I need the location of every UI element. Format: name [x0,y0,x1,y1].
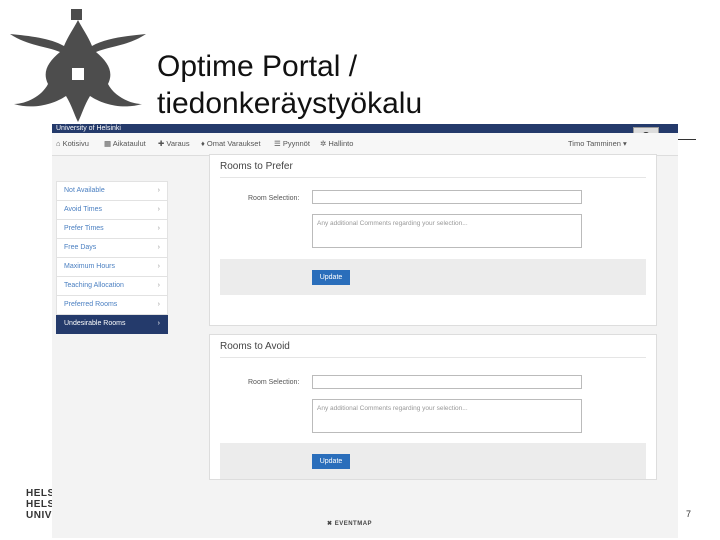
user-menu[interactable]: Timo Tamminen ▾ [568,139,627,148]
university-name: University of Helsinki [56,125,121,132]
panel-footer: Update [220,259,646,295]
chevron-right-icon: › [157,301,160,308]
sidebar-item-label: Not Available [64,187,105,194]
panel-title: Rooms to Prefer [220,161,293,172]
update-button[interactable]: Update [312,454,350,469]
home-icon: ⌂ [56,139,61,148]
sidebar-item-prefer-times[interactable]: Prefer Times › [56,220,168,239]
sidebar-item-preferred-rooms[interactable]: Preferred Rooms › [56,296,168,315]
nav-item-my-bookings[interactable]: ♦ Omat Varaukset [201,139,261,148]
chevron-right-icon: › [157,263,160,270]
app-header: University of Helsinki [52,124,678,133]
nav-item-schedules[interactable]: ▦ Aikataulut [104,139,146,148]
sidebar-item-label: Preferred Rooms [64,301,118,308]
slide-title: Optime Portal / tiedonkeräystyökalu [157,48,422,122]
nav-item-label: Omat Varaukset [206,139,261,148]
sidebar-item-free-days[interactable]: Free Days › [56,239,168,258]
nav-item-home[interactable]: ⌂ Koti­sivu [56,139,89,148]
slide-title-line2: tiedonkeräystyökalu [157,87,423,120]
sidebar-item-teaching-allocation[interactable]: Teaching Allocation › [56,277,168,296]
nav-item-label: Pyynnöt [282,139,310,148]
chevron-right-icon: › [157,320,160,327]
user-name: Timo Tamminen [568,139,621,148]
preferences-sidebar: Not Available › Avoid Times › Prefer Times… [56,181,168,334]
sidebar-item-undesirable-rooms[interactable]: Undesirable Rooms › [56,315,168,334]
chevron-right-icon: › [157,225,160,232]
slide-title-line1: Optime Portal / [157,50,358,83]
sidebar-item-avoid-times[interactable]: Avoid Times › [56,201,168,220]
panel-rooms-to-prefer: Rooms to Prefer Room Selection: Any addi… [209,154,657,326]
page-number: 7 [686,509,692,519]
plus-icon: ✚ [158,139,165,148]
nav-item-label: Aikataulut [112,139,146,148]
chevron-right-icon: › [157,187,160,194]
sidebar-item-label: Teaching Allocation [64,282,124,289]
comments-textarea[interactable]: Any additional Comments regarding your s… [312,214,582,248]
panel-footer: Update [220,443,646,479]
nav-item-label: Varaus [166,139,190,148]
divider [220,177,646,178]
main-nav: ⌂ Koti­sivu ▦ Aikataulut ✚ Varaus ♦ Omat… [52,133,678,156]
comments-textarea[interactable]: Any additional Comments regarding your s… [312,399,582,433]
sidebar-item-label: Avoid Times [64,206,102,213]
room-selection-label: Room Selection: [248,195,300,202]
nav-item-label: Koti­sivu [62,139,89,148]
nav-item-label: Hallinto [328,139,354,148]
gear-icon: ✲ [320,139,327,148]
eventmap-logo-icon: ✖ [327,521,333,527]
divider [220,357,646,358]
sidebar-item-not-available[interactable]: Not Available › [56,181,168,201]
sidebar-item-label: Prefer Times [64,225,104,232]
nav-item-requests[interactable]: ☰ Pyynnöt [274,139,310,148]
university-logo [10,9,146,122]
chevron-right-icon: › [157,244,160,251]
room-selection-input[interactable] [312,190,582,204]
grid-icon: ▦ [104,139,112,148]
app-screenshot: University of Helsinki ⌂ Koti­sivu ▦ Aik… [52,124,678,538]
room-selection-label: Room Selection: [248,379,300,386]
chevron-right-icon: › [157,206,160,213]
nav-item-booking[interactable]: ✚ Varaus [158,139,190,148]
caret-down-icon: ▾ [623,139,627,148]
chevron-right-icon: › [157,282,160,289]
update-button[interactable]: Update [312,270,350,285]
panel-rooms-to-avoid: Rooms to Avoid Room Selection: Any addit… [209,334,657,480]
sidebar-item-label: Undesirable Rooms [64,320,126,327]
sidebar-item-label: Maximum Hours [64,263,115,270]
brand-footer: ✖ EVENTMAP [327,520,372,527]
panel-title: Rooms to Avoid [220,341,290,352]
sidebar-item-label: Free Days [64,244,97,251]
brand-name: EVENTMAP [334,521,373,527]
room-selection-input[interactable] [312,375,582,389]
pin-icon: ♦ [201,139,205,148]
list-icon: ☰ [274,139,281,148]
sidebar-item-maximum-hours[interactable]: Maximum Hours › [56,258,168,277]
nav-item-admin[interactable]: ✲ Hallinto [320,139,353,148]
